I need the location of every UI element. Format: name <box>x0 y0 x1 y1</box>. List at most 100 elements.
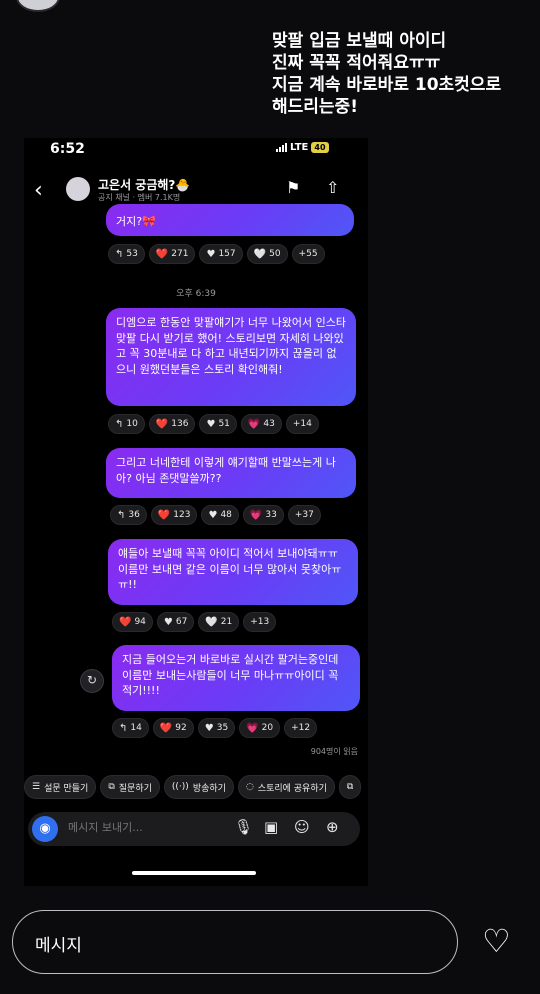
reaction-pill[interactable]: ❤️ 94 <box>112 612 153 632</box>
ask-question-button[interactable]: ⧉ 질문하기 <box>100 775 160 799</box>
reaction-pill[interactable]: 💗 33 <box>242 505 284 525</box>
reaction-pill[interactable]: ↰ 10 <box>108 414 145 434</box>
microphone-icon[interactable]: 🎙 <box>234 818 253 836</box>
story-avatar <box>16 0 60 12</box>
reaction-more-pill[interactable]: +13 <box>243 612 277 632</box>
message-bubble[interactable]: 그리고 너네한테 이렇게 얘기할때 반말쓰는게 나아? 아님 존댓말쓸까?? <box>106 448 356 498</box>
message-text: 거지?🎀 <box>116 215 156 228</box>
reaction-more-pill[interactable]: +12 <box>284 718 318 738</box>
more-icon: ⧉ <box>346 782 354 792</box>
caption-line: 지금 계속 바로바로 10초컷으로 <box>272 75 502 95</box>
reaction-pill[interactable]: 🤍 50 <box>246 244 288 264</box>
time-separator: 오후 6:39 <box>176 289 216 299</box>
screenshot-phone: 6:52 LTE 40 ‹ 고은서 궁금해?🐣 공지 채널 · 멤버 7.1K명… <box>24 138 368 886</box>
reaction-more-pill[interactable]: +14 <box>285 414 319 434</box>
white-heart-icon: 🤍 <box>205 616 218 628</box>
reply-icon: ↰ <box>119 722 128 734</box>
reaction-pill[interactable]: ↰ 53 <box>108 244 145 264</box>
broadcast-button[interactable]: ((·)) 방송하기 <box>163 775 234 799</box>
caption-line: 맞팔 입금 보낼때 아이디 <box>272 31 447 51</box>
reply-icon: ↰ <box>117 509 126 521</box>
reaction-row: ↰ 36 ❤️ 123 ♥ 48 💗 33 +37 <box>110 505 321 525</box>
channel-subtitle: 공지 채널 · 멤버 7.1K명 <box>98 193 181 202</box>
back-icon[interactable]: ‹ <box>34 178 43 203</box>
message-bubble[interactable]: 얘들아 보낼때 꼭꼭 아이디 적어서 보내야돼ㅠㅠ 이름만 보내면 같은 이름이… <box>108 539 358 605</box>
pink-heart-icon: 💗 <box>246 722 259 734</box>
reaction-pill[interactable]: 🤍 21 <box>198 612 240 632</box>
reaction-pill[interactable]: ❤️ 136 <box>148 414 196 434</box>
share-icon[interactable]: ⇧ <box>326 178 339 197</box>
red-heart-icon: ❤️ <box>157 509 171 521</box>
pink-heart-icon: 💗 <box>249 509 263 521</box>
story-icon: ◌ <box>245 782 254 792</box>
create-poll-button[interactable]: ☰ 설문 만들기 <box>24 775 97 799</box>
caption-line: 해드리는중! <box>272 97 358 117</box>
reaction-pill[interactable]: ❤️ 123 <box>150 505 198 525</box>
question-icon: ⧉ <box>108 782 115 792</box>
reaction-pill[interactable]: ♥ 35 <box>197 718 236 738</box>
status-indicators: LTE 40 <box>276 142 329 153</box>
message-text: 그리고 너네한테 이렇게 얘기할때 반말쓰는게 나아? 아님 존댓말쓸까?? <box>116 456 336 485</box>
pink-heart-icon: 💗 <box>247 418 261 430</box>
camera-icon[interactable]: ◉ <box>32 816 58 842</box>
heart-icon: ♥ <box>208 509 218 521</box>
heart-icon: ♥ <box>204 722 214 734</box>
reaction-pill[interactable]: ❤️ 271 <box>148 244 196 264</box>
story-reply-placeholder: 메시지 <box>35 936 82 956</box>
story-caption: 맞팔 입금 보낼때 아이디 진짜 꼭꼭 적어줘요ㅠㅠ 지금 계속 바로바로 10… <box>272 30 532 118</box>
read-count: 904명이 읽음 <box>310 747 358 756</box>
message-bubble[interactable]: 지금 들어오는거 바로바로 실시간 팔거는중인데 이름만 보내는사람들이 너무 … <box>112 645 360 711</box>
sticker-icon[interactable]: ☺ <box>294 818 310 836</box>
white-heart-icon: 🤍 <box>253 248 267 260</box>
reaction-pill[interactable]: ♥ 67 <box>156 612 195 632</box>
reaction-pill[interactable]: ↰ 36 <box>110 505 147 525</box>
reaction-more-pill[interactable]: +55 <box>291 244 325 264</box>
red-heart-icon: ❤️ <box>159 722 173 734</box>
reaction-pill[interactable]: 💗 43 <box>240 414 282 434</box>
reply-icon: ↰ <box>115 248 124 260</box>
reaction-more-pill[interactable]: +37 <box>287 505 321 525</box>
reply-icon: ↰ <box>115 418 124 430</box>
message-bubble[interactable]: 디엠으로 한동안 맞팔얘기가 너무 나왔어서 인스타 맞팔 다시 받기로 했어!… <box>106 308 356 406</box>
home-indicator <box>132 871 256 875</box>
share-to-story-button[interactable]: ◌ 스토리에 공유하기 <box>237 775 335 799</box>
reaction-row: ↰ 10 ❤️ 136 ♥ 51 💗 43 +14 <box>108 414 319 434</box>
reaction-pill[interactable]: ↰ 14 <box>112 718 149 738</box>
reaction-row: ↰ 14 ❤️ 92 ♥ 35 💗 20 +12 <box>112 718 318 738</box>
reaction-row: ↰ 53 ❤️ 271 ♥ 157 🤍 50 +55 <box>108 244 325 264</box>
reaction-pill[interactable]: 💗 20 <box>239 718 281 738</box>
message-text: 얘들아 보낼때 꼭꼭 아이디 적어서 보내야돼ㅠㅠ 이름만 보내면 같은 이름이… <box>118 547 342 591</box>
status-time: 6:52 <box>50 141 85 157</box>
caption-line: 진짜 꼭꼭 적어줘요ㅠㅠ <box>272 53 441 73</box>
channel-avatar[interactable] <box>66 177 90 201</box>
red-heart-icon: ❤️ <box>155 418 169 430</box>
message-input[interactable] <box>66 820 220 835</box>
message-bubble[interactable]: 거지?🎀 <box>106 204 354 236</box>
reaction-pill[interactable]: ❤️ 92 <box>152 718 194 738</box>
message-text: 디엠으로 한동안 맞팔얘기가 너무 나왔어서 인스타 맞팔 다시 받기로 했어!… <box>116 316 347 376</box>
reaction-pill[interactable]: ♥ 157 <box>199 244 243 264</box>
red-heart-icon: ❤️ <box>155 248 169 260</box>
signal-icon <box>276 143 287 152</box>
forward-icon[interactable]: ↻ <box>80 669 104 693</box>
reaction-pill[interactable]: ♥ 48 <box>201 505 239 525</box>
story-reply-input[interactable]: 메시지 <box>12 910 458 974</box>
heart-icon: ♥ <box>163 616 173 628</box>
gallery-icon[interactable]: ▣ <box>264 818 278 836</box>
red-heart-icon: ❤️ <box>119 616 132 628</box>
reaction-row: ❤️ 94 ♥ 67 🤍 21 +13 <box>112 612 277 632</box>
reaction-pill[interactable]: ♥ 51 <box>199 414 237 434</box>
like-heart-icon[interactable]: ♡ <box>482 924 511 958</box>
heart-icon: ♥ <box>206 418 216 430</box>
heart-icon: ♥ <box>206 248 216 260</box>
network-label: LTE <box>290 142 309 153</box>
message-composer: ◉ 🎙 ▣ ☺ ⊕ <box>28 812 360 846</box>
flag-icon[interactable]: ⚑ <box>286 178 300 197</box>
message-text: 지금 들어오는거 바로바로 실시간 팔거는중인데 이름만 보내는사람들이 너무 … <box>122 653 339 697</box>
action-toolbar: ☰ 설문 만들기 ⧉ 질문하기 ((·)) 방송하기 ◌ 스토리에 공유하기 ⧉ <box>24 775 368 799</box>
battery-icon: 40 <box>311 142 329 153</box>
plus-icon[interactable]: ⊕ <box>326 818 339 836</box>
broadcast-icon: ((·)) <box>171 782 189 792</box>
channel-title[interactable]: 고은서 궁금해?🐣 <box>98 176 190 193</box>
more-toolbar-button[interactable]: ⧉ <box>338 775 362 799</box>
